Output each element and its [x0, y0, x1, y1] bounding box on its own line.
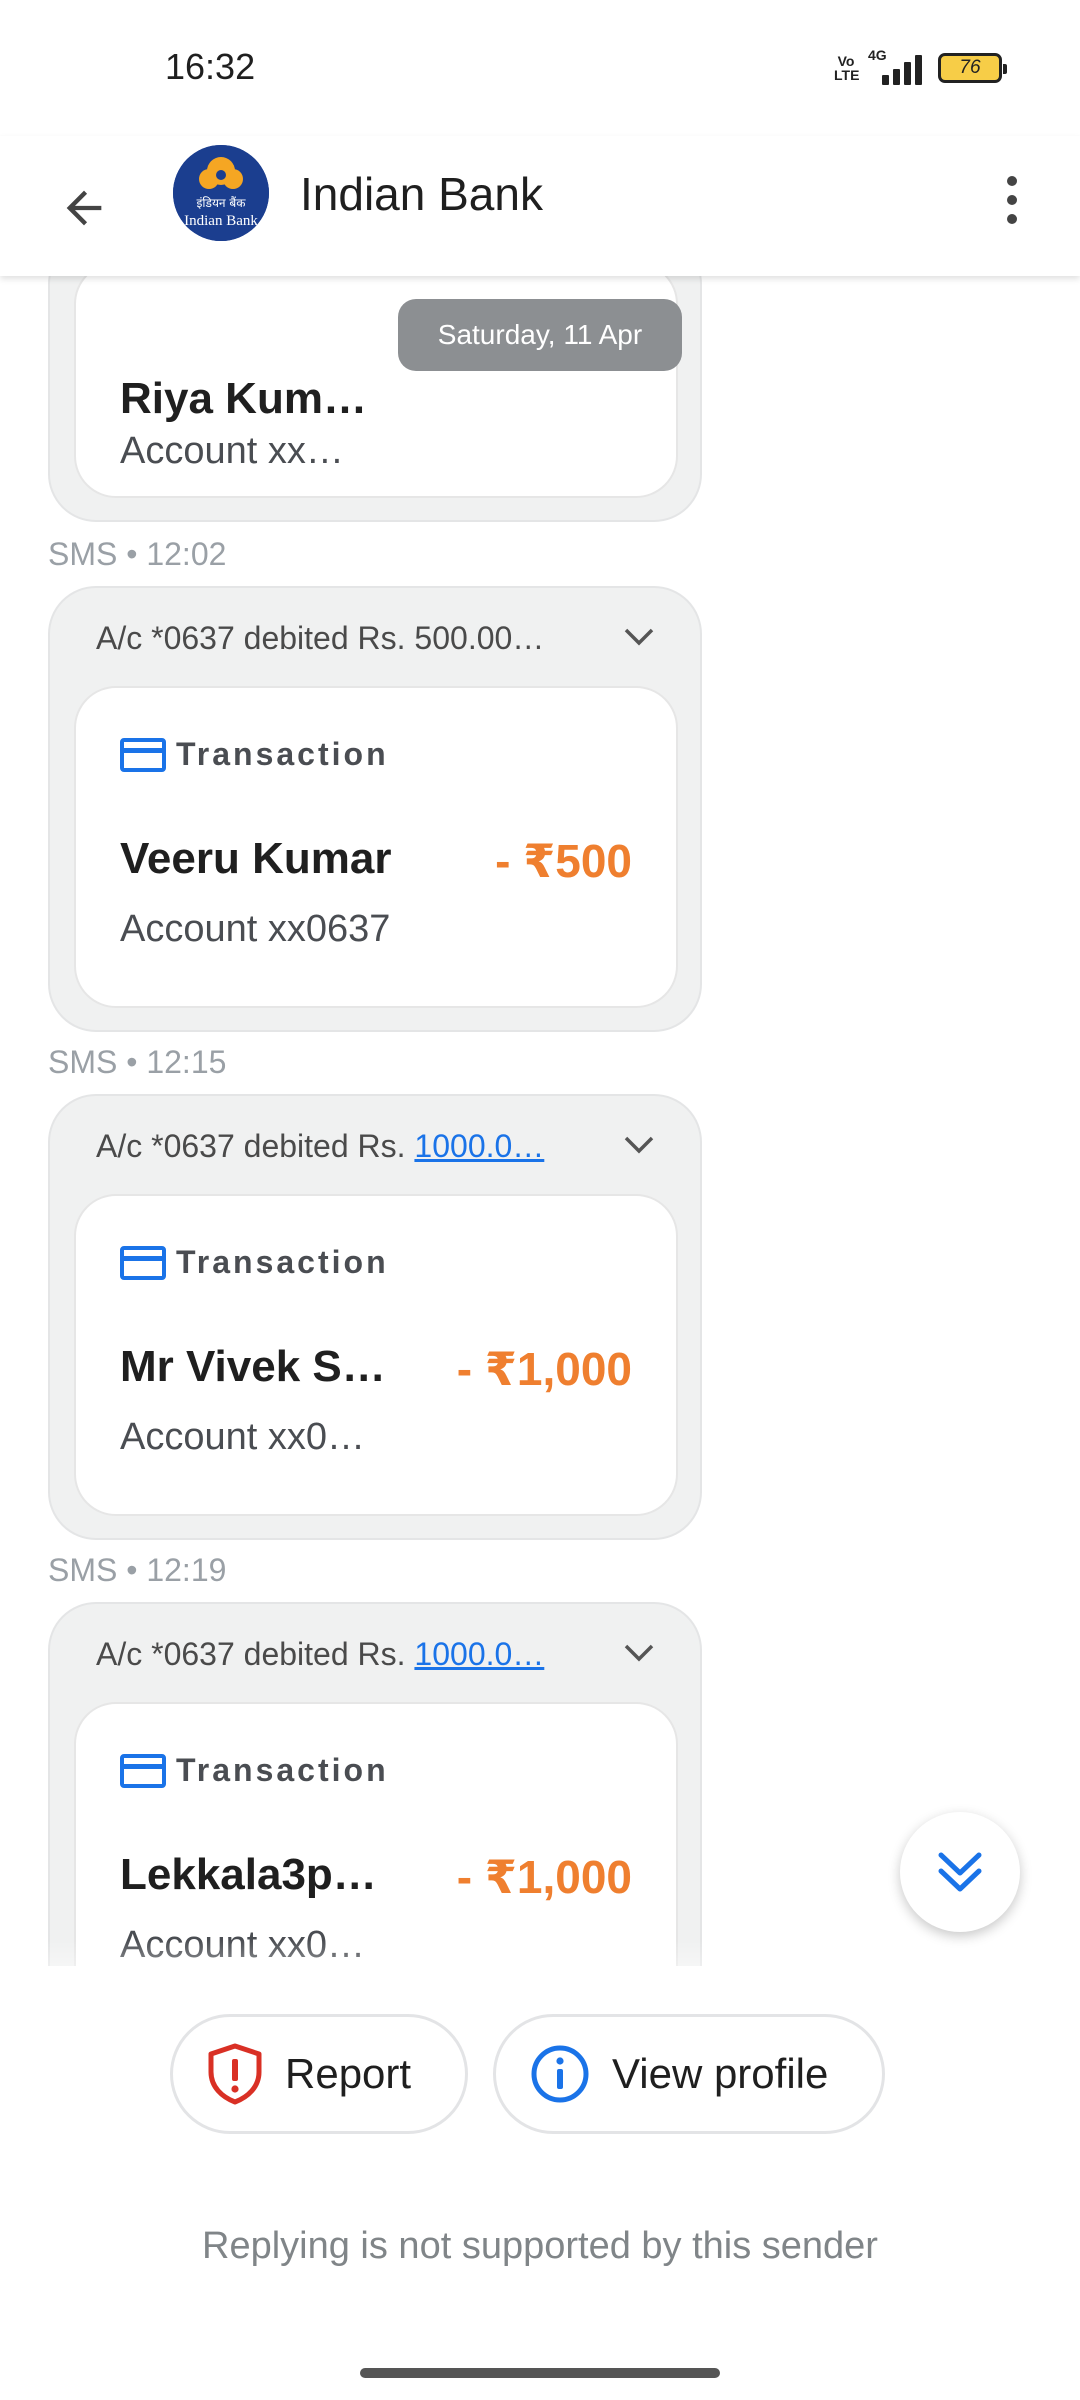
sms-timestamp: SMS • 12:02 [48, 536, 227, 572]
payee-name: Lekkala3p… [120, 1850, 377, 1899]
message-bubble[interactable]: A/c *0637 debited Rs. 500.00… Transactio… [48, 586, 702, 1032]
credit-card-icon [120, 737, 166, 772]
status-bar: 16:32 Vo LTE 4G 76 [0, 0, 1080, 136]
scroll-fade [0, 1940, 1080, 2010]
network-type: 4G [868, 47, 887, 63]
debit-amount: - ₹1,000 [456, 1851, 632, 1903]
bank-logo-icon: इंडियन बैंक Indian Bank [173, 145, 269, 241]
message-preview[interactable]: A/c *0637 debited Rs. 1000.0… [96, 1634, 656, 1674]
credit-card-icon [120, 1753, 166, 1788]
message-preview[interactable]: A/c *0637 debited Rs. 500.00… [96, 618, 656, 658]
back-button[interactable] [52, 176, 116, 240]
chevron-down-icon[interactable] [622, 626, 656, 648]
message-preview[interactable]: A/c *0637 debited Rs. 1000.0… [96, 1126, 656, 1166]
conversation-list[interactable]: Riya Kum… Account xx… Saturday, 11 Apr S… [0, 276, 1080, 1966]
transaction-label: Transaction [120, 1752, 389, 1789]
more-vert-icon [1007, 176, 1017, 186]
avatar[interactable]: इंडियन बैंक Indian Bank [173, 145, 269, 241]
status-icons: Vo LTE 4G 76 [834, 47, 1007, 88]
transaction-card[interactable]: Transaction Veeru Kumar - ₹500 Account x… [74, 686, 678, 1008]
message-bubble[interactable]: A/c *0637 debited Rs. 1000.0… Transactio… [48, 1602, 702, 1966]
double-chevron-down-icon [938, 1852, 982, 1892]
transaction-card[interactable]: Transaction Lekkala3p… - ₹1,000 Account … [74, 1702, 678, 1966]
battery-level: 76 [959, 57, 981, 78]
app-bar: इंडियन बैंक Indian Bank Indian Bank [0, 136, 1080, 276]
account-number: Account xx… [120, 430, 344, 472]
sms-timestamp: SMS • 12:19 [48, 1552, 227, 1588]
account-number: Account xx0637 [120, 908, 391, 950]
transaction-label: Transaction [120, 736, 389, 773]
transaction-card[interactable]: Transaction Mr Vivek S… - ₹1,000 Account… [74, 1194, 678, 1516]
sms-timestamp: SMS • 12:15 [48, 1044, 227, 1080]
debit-amount: - ₹500 [495, 835, 632, 887]
view-profile-button[interactable]: View profile [493, 2014, 885, 2134]
payee-name: Mr Vivek S… [120, 1342, 386, 1391]
svg-text:इंडियन बैंक: इंडियन बैंक [197, 196, 247, 210]
message-bubble[interactable]: A/c *0637 debited Rs. 1000.0… Transactio… [48, 1094, 702, 1540]
volte-icon: Vo LTE [834, 53, 860, 83]
info-icon [531, 2045, 589, 2103]
view-profile-label: View profile [612, 2050, 829, 2097]
chevron-down-icon[interactable] [622, 1642, 656, 1664]
amount-link[interactable]: 1000.0… [414, 1636, 544, 1673]
home-indicator[interactable] [360, 2368, 720, 2378]
shield-alert-icon [208, 2043, 262, 2105]
amount-link[interactable]: 1000.0… [414, 1128, 544, 1165]
more-options-button[interactable] [984, 164, 1040, 236]
signal-icon: 4G [868, 47, 928, 85]
credit-card-icon [120, 1245, 166, 1280]
payee-name: Veeru Kumar [120, 834, 392, 883]
date-chip: Saturday, 11 Apr [398, 299, 682, 371]
account-number: Account xx0… [120, 1416, 365, 1458]
debit-amount: - ₹1,000 [456, 1343, 632, 1395]
payee-name: Riya Kum… [120, 374, 367, 423]
svg-text:Indian Bank: Indian Bank [184, 213, 258, 229]
arrow-back-icon [66, 190, 102, 226]
report-button[interactable]: Report [170, 2014, 468, 2134]
transaction-label: Transaction [120, 1244, 389, 1281]
report-label: Report [285, 2050, 412, 2097]
chevron-down-icon[interactable] [622, 1134, 656, 1156]
conversation-title: Indian Bank [300, 168, 543, 220]
status-time: 16:32 [165, 46, 256, 87]
reply-unsupported-notice: Replying is not supported by this sender [202, 2225, 878, 2267]
scroll-to-bottom-button[interactable] [900, 1812, 1020, 1932]
battery-icon: 76 [938, 53, 1007, 83]
